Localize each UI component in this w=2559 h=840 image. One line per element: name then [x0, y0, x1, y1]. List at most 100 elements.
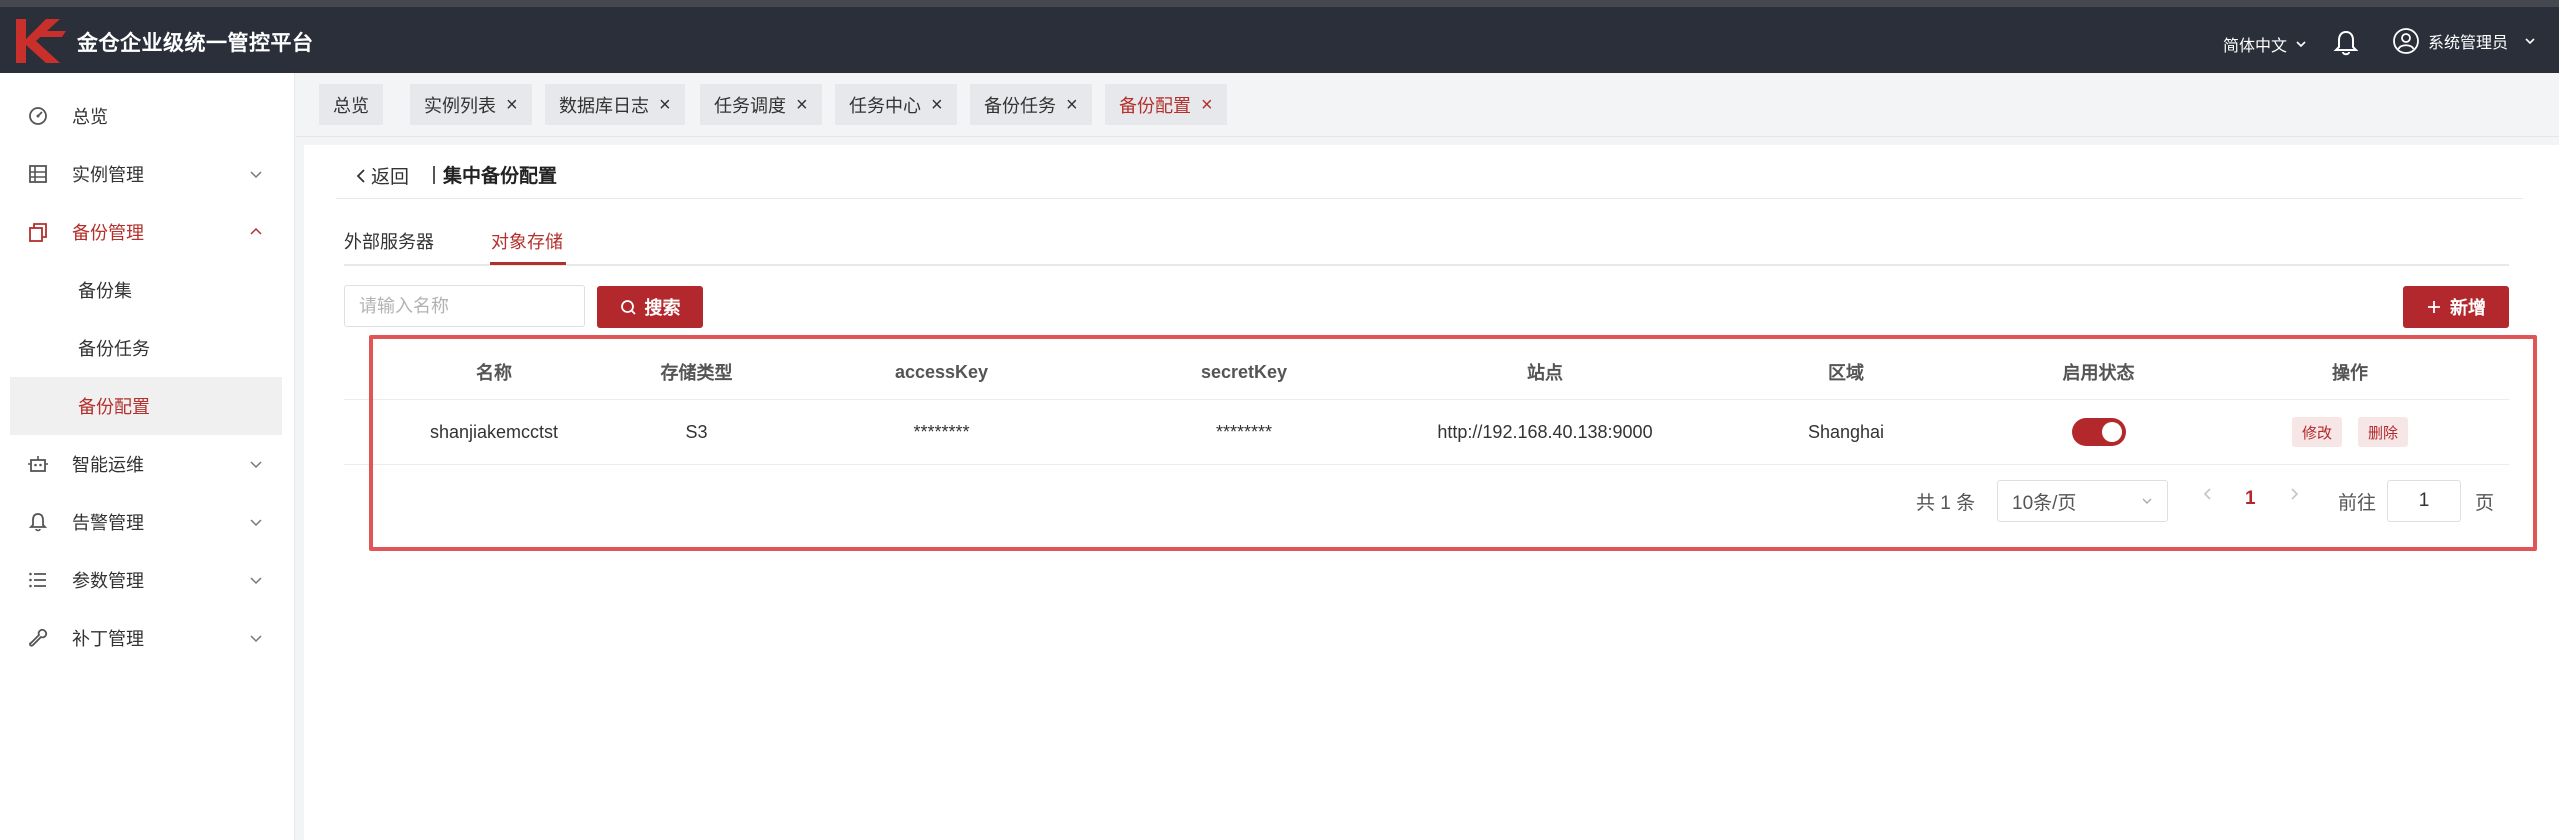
current-page[interactable]: 1 [2245, 488, 2256, 510]
sidebar-item-backup[interactable]: 备份管理 [0, 203, 295, 261]
cell-type: S3 [685, 421, 708, 442]
next-page-button[interactable] [2288, 486, 2300, 508]
back-label: 返回 [371, 167, 410, 188]
chevron-left-icon [2203, 488, 2211, 500]
tab-backup-task[interactable]: 备份任务 × [970, 84, 1092, 125]
total-count: 共 1 条 [1916, 493, 1976, 514]
goto-label: 前往 [2338, 493, 2377, 514]
sidebar-item-instance[interactable]: 实例管理 [0, 145, 295, 203]
tab-backup-config[interactable]: 备份配置 × [1105, 84, 1227, 125]
sidebar-item-aiops[interactable]: 智能运维 [0, 435, 295, 493]
sidebar-item-overview[interactable]: 总览 [0, 87, 295, 145]
cell-access-key: ******** [913, 421, 970, 442]
enabled-toggle[interactable] [2071, 418, 2126, 446]
chevron-down-icon [250, 635, 262, 643]
delete-button[interactable]: 删除 [2358, 417, 2409, 447]
tab-label: 数据库日志 [559, 95, 649, 116]
sidebar: 总览 实例管理 备份管理 备份集 备份任务 备份配置 智能运维 告警管理 参数管… [0, 73, 295, 840]
search-icon [620, 299, 636, 315]
tab-instance-list[interactable]: 实例列表 × [410, 84, 532, 125]
chevron-down-icon [2525, 38, 2535, 45]
chevron-down-icon [250, 577, 262, 585]
cell-actions: 修改 删除 [2191, 400, 2509, 464]
user-avatar-icon [2393, 28, 2419, 54]
plus-icon [2428, 301, 2440, 313]
close-icon[interactable]: × [1201, 95, 1213, 115]
content-panel [304, 145, 2559, 840]
cell-name: shanjiakemcctst [429, 421, 559, 442]
close-icon[interactable]: × [796, 95, 808, 115]
user-name: 系统管理员 [2428, 35, 2509, 52]
tab-db-log[interactable]: 数据库日志 × [545, 84, 685, 125]
cell-site: http://192.168.40.138:9000 [1437, 421, 1653, 442]
sidebar-item-label: 备份管理 [72, 223, 144, 243]
sidebar-item-params[interactable]: 参数管理 [0, 551, 295, 609]
sidebar-subitem-backup-config[interactable]: 备份配置 [10, 377, 282, 435]
add-button[interactable]: 新增 [2403, 286, 2509, 328]
tab-label: 实例列表 [424, 95, 496, 116]
add-button-label: 新增 [2450, 298, 2486, 318]
tab-task-schedule[interactable]: 任务调度 × [700, 84, 822, 125]
tab-label: 任务中心 [849, 95, 921, 116]
search-input[interactable] [344, 285, 585, 327]
tab-label: 总览 [333, 95, 369, 116]
subtab-divider [344, 264, 2509, 266]
sidebar-item-patch[interactable]: 补丁管理 [0, 609, 295, 667]
close-icon[interactable]: × [659, 95, 671, 115]
column-header: 名称 [476, 363, 512, 383]
close-icon[interactable]: × [931, 95, 943, 115]
close-icon[interactable]: × [1066, 95, 1078, 115]
column-header: accessKey [894, 361, 989, 382]
page-size-select[interactable]: 10条/页 [1997, 480, 2168, 522]
column-header: 存储类型 [660, 363, 733, 383]
app-title: 金仓企业级统一管控平台 [77, 32, 314, 55]
goto-page-input[interactable] [2387, 480, 2461, 522]
chevron-right-icon [2291, 488, 2299, 500]
table-row: shanjiakemcctst S3 ******** ******** htt… [344, 400, 2509, 465]
edit-button[interactable]: 修改 [2291, 417, 2342, 447]
divider [336, 198, 2523, 199]
language-label: 简体中文 [2223, 38, 2288, 55]
close-icon[interactable]: × [506, 95, 518, 115]
instance-icon [29, 165, 47, 183]
chevron-down-icon [2296, 41, 2306, 48]
column-header: 区域 [1828, 363, 1864, 383]
column-header: 站点 [1527, 363, 1563, 383]
sidebar-item-alarm[interactable]: 告警管理 [0, 493, 295, 551]
search-button-label: 搜索 [644, 298, 681, 318]
cell-secret-key: ******** [1215, 421, 1273, 442]
list-icon [29, 572, 46, 588]
logo-icon [16, 19, 66, 63]
sidebar-subitem-backup-task[interactable]: 备份任务 [10, 319, 282, 377]
subtab-object-storage[interactable]: 对象存储 [491, 228, 563, 254]
chevron-left-icon [356, 168, 365, 183]
column-header: 操作 [2332, 363, 2368, 383]
sidebar-item-label: 补丁管理 [72, 629, 144, 649]
sidebar-item-label: 总览 [72, 107, 108, 127]
bell-icon [28, 513, 48, 532]
sidebar-item-label: 参数管理 [72, 571, 144, 591]
back-link[interactable]: 返回 [355, 162, 409, 189]
prev-page-button[interactable] [2202, 486, 2214, 508]
page-title: 集中备份配置 [433, 161, 557, 188]
tab-label: 备份配置 [1119, 95, 1191, 116]
notification-bell-icon[interactable] [2333, 29, 2359, 57]
chevron-down-icon [250, 171, 262, 179]
tab-task-center[interactable]: 任务中心 × [835, 84, 957, 125]
dashboard-icon [29, 107, 47, 125]
sidebar-subitem-backup-set[interactable]: 备份集 [10, 261, 282, 319]
tab-label: 任务调度 [714, 95, 786, 116]
page-unit-label: 页 [2475, 493, 2495, 514]
subtab-external-server[interactable]: 外部服务器 [344, 228, 434, 254]
backup-icon [29, 223, 47, 242]
language-selector[interactable]: 简体中文 [2223, 32, 2307, 56]
chevron-down-icon [250, 461, 262, 469]
search-button[interactable]: 搜索 [597, 286, 703, 328]
sidebar-item-label: 实例管理 [72, 165, 144, 185]
column-header: 启用状态 [2062, 363, 2135, 383]
tab-overview[interactable]: 总览 [319, 84, 383, 125]
chevron-down-icon [250, 519, 262, 527]
top-bar: 金仓企业级统一管控平台 简体中文 系统管理员 [0, 0, 2559, 73]
user-menu[interactable]: 系统管理员 [2392, 27, 2536, 55]
wrench-icon [29, 628, 48, 647]
